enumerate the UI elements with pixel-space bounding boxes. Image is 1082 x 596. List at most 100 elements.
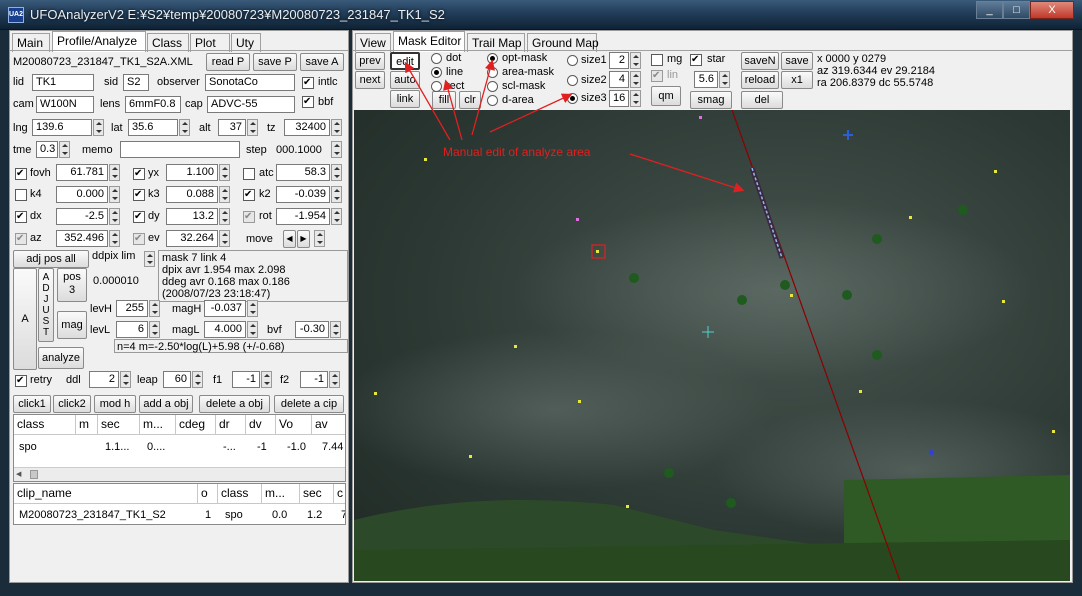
rot-field[interactable]: -1.954 xyxy=(276,208,330,225)
col-cdeg[interactable]: cdeg xyxy=(176,415,216,435)
maximize-button[interactable]: □ xyxy=(1003,1,1030,19)
mag-button[interactable]: mag xyxy=(57,311,87,339)
dy-checkbox[interactable] xyxy=(133,211,145,223)
fovh-spinner[interactable] xyxy=(109,164,120,181)
ddl-spinner[interactable] xyxy=(120,371,131,388)
yx-checkbox[interactable] xyxy=(133,168,145,180)
leap-field[interactable]: 60 xyxy=(163,371,191,388)
size2-spinner[interactable] xyxy=(630,71,641,88)
intlc-checkbox[interactable] xyxy=(302,77,314,89)
clip-table[interactable]: clip_name o class m... sec c M20080723_2… xyxy=(13,483,346,525)
fovh-checkbox[interactable] xyxy=(15,168,27,180)
lid-field[interactable]: TK1 xyxy=(32,74,94,91)
close-button[interactable]: X xyxy=(1030,1,1074,19)
tab-profile-analyze[interactable]: Profile/Analyze xyxy=(52,31,146,52)
prev-button[interactable]: prev xyxy=(355,52,385,70)
qm-button[interactable]: qm xyxy=(651,86,681,106)
levL-field[interactable]: 6 xyxy=(116,321,148,338)
size1-field[interactable]: 2 xyxy=(609,52,629,69)
k2-spinner[interactable] xyxy=(331,186,342,203)
az-spinner[interactable] xyxy=(109,230,120,247)
cap-field[interactable]: ADVC-55 xyxy=(207,96,295,113)
next-button[interactable]: next xyxy=(355,71,385,89)
ev-field[interactable]: 32.264 xyxy=(166,230,218,247)
adjust-button[interactable]: A D J U S T xyxy=(38,268,54,342)
k3-spinner[interactable] xyxy=(219,186,230,203)
col-class[interactable]: class xyxy=(218,484,262,504)
size1-spinner[interactable] xyxy=(630,52,641,69)
del-button[interactable]: del xyxy=(741,91,783,109)
observer-field[interactable]: SonotaCo xyxy=(205,74,295,91)
rot-checkbox[interactable] xyxy=(243,211,255,223)
ev-checkbox[interactable] xyxy=(133,233,145,245)
az-field[interactable]: 352.496 xyxy=(56,230,108,247)
delete-clip-button[interactable]: delete a cip xyxy=(274,395,344,413)
col-av[interactable]: av xyxy=(312,415,345,435)
col-m2[interactable]: m... xyxy=(140,415,176,435)
scroll-left-icon[interactable]: ◀ xyxy=(16,470,26,479)
col-vo[interactable]: Vo xyxy=(276,415,312,435)
size3-radio[interactable] xyxy=(567,93,578,104)
class-table-scrollbar[interactable]: ◀ xyxy=(14,467,345,481)
col-o[interactable]: o xyxy=(198,484,218,504)
col-sec[interactable]: sec xyxy=(98,415,140,435)
clr-button[interactable]: clr xyxy=(459,91,481,109)
mod-h-button[interactable]: mod h xyxy=(94,395,136,413)
reload-button[interactable]: reload xyxy=(741,71,779,89)
k2-checkbox[interactable] xyxy=(243,189,255,201)
tz-spinner[interactable] xyxy=(331,119,342,136)
opt-mask-radio[interactable] xyxy=(487,53,498,64)
edit-button[interactable]: edit xyxy=(390,52,420,70)
star-mag-spinner[interactable] xyxy=(719,71,730,88)
click2-button[interactable]: click2 xyxy=(53,395,91,413)
bvf-spinner[interactable] xyxy=(330,321,341,338)
mg-checkbox[interactable] xyxy=(651,54,663,66)
magH-spinner[interactable] xyxy=(247,300,258,317)
atc-spinner[interactable] xyxy=(331,164,342,181)
analyze-button[interactable]: analyze xyxy=(38,347,84,369)
magH-field[interactable]: -0.037 xyxy=(204,300,246,317)
dy-field[interactable]: 13.2 xyxy=(166,208,218,225)
k2-field[interactable]: -0.039 xyxy=(276,186,330,203)
save-a-button[interactable]: save A xyxy=(300,53,344,71)
cam-field[interactable]: W100N xyxy=(36,96,94,113)
ev-spinner[interactable] xyxy=(219,230,230,247)
f2-field[interactable]: -1 xyxy=(300,371,328,388)
col-dr[interactable]: dr xyxy=(216,415,246,435)
add-obj-button[interactable]: add a obj xyxy=(139,395,193,413)
col-c[interactable]: c xyxy=(334,484,345,504)
ddl-field[interactable]: 2 xyxy=(89,371,119,388)
dot-radio[interactable] xyxy=(431,53,442,64)
col-sec[interactable]: sec xyxy=(300,484,334,504)
dy-spinner[interactable] xyxy=(219,208,230,225)
a-button[interactable]: A xyxy=(13,268,37,370)
col-class[interactable]: class xyxy=(14,415,76,435)
alt-field[interactable]: 37 xyxy=(218,119,246,136)
delete-obj-button[interactable]: delete a obj xyxy=(199,395,270,413)
lng-field[interactable]: 139.6 xyxy=(32,119,92,136)
lens-field[interactable]: 6mmF0.8 xyxy=(125,96,181,113)
alt-spinner[interactable] xyxy=(247,119,258,136)
smag-button[interactable]: smag xyxy=(690,91,732,109)
az-checkbox[interactable] xyxy=(15,233,27,245)
dx-checkbox[interactable] xyxy=(15,211,27,223)
lin-checkbox[interactable] xyxy=(651,70,663,82)
click1-button[interactable]: click1 xyxy=(13,395,51,413)
tz-field[interactable]: 32400 xyxy=(284,119,330,136)
ddpix-spinner[interactable] xyxy=(144,251,155,267)
yx-spinner[interactable] xyxy=(219,164,230,181)
f2-spinner[interactable] xyxy=(329,371,340,388)
f1-field[interactable]: -1 xyxy=(232,371,260,388)
levH-field[interactable]: 255 xyxy=(116,300,148,317)
levL-spinner[interactable] xyxy=(149,321,160,338)
size2-field[interactable]: 4 xyxy=(609,71,629,88)
k3-field[interactable]: 0.088 xyxy=(166,186,218,203)
class-table[interactable]: class m sec m... cdeg dr dv Vo av spo 1.… xyxy=(13,414,346,482)
save-p-button[interactable]: save P xyxy=(253,53,297,71)
minimize-button[interactable]: _ xyxy=(976,1,1003,19)
magL-spinner[interactable] xyxy=(247,321,258,338)
k3-checkbox[interactable] xyxy=(133,189,145,201)
move-right-arrow[interactable]: ▶ xyxy=(297,230,310,248)
sky-image-view[interactable] xyxy=(354,110,1070,581)
dx-field[interactable]: -2.5 xyxy=(56,208,108,225)
